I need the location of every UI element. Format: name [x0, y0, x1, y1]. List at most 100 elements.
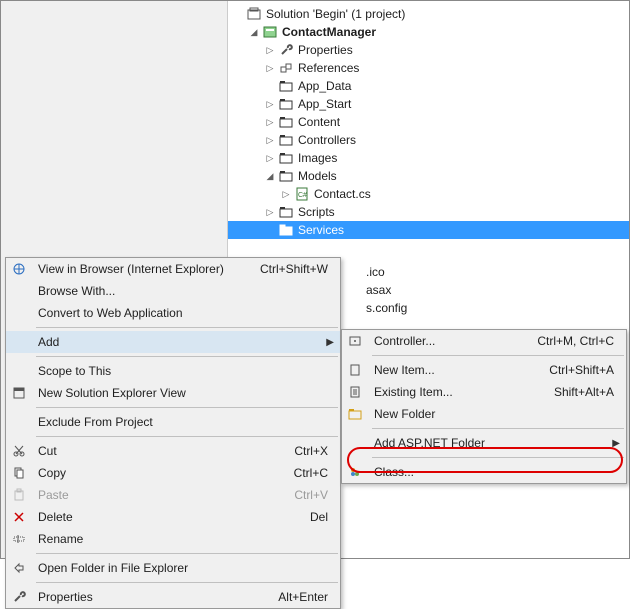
- rename-icon: [6, 532, 32, 546]
- menu-shortcut: Ctrl+Shift+W: [260, 262, 340, 276]
- menu-browse-with[interactable]: Browse With...: [6, 280, 340, 302]
- menu-new-folder[interactable]: New Folder: [342, 403, 626, 425]
- new-folder-icon: [342, 407, 368, 421]
- folder-icon: [278, 222, 294, 238]
- menu-delete[interactable]: Delete Del: [6, 506, 340, 528]
- tree-folder[interactable]: ▷ Controllers: [228, 131, 629, 149]
- cut-icon: [6, 444, 32, 458]
- tree-label: Controllers: [298, 133, 356, 147]
- menu-shortcut: Alt+Enter: [278, 590, 340, 604]
- tree-folder[interactable]: ▷ App_Start: [228, 95, 629, 113]
- expander-icon[interactable]: ▷: [264, 62, 276, 74]
- tree-project[interactable]: ◢ ContactManager: [228, 23, 629, 41]
- menu-label: New Folder: [368, 407, 626, 421]
- wrench-icon: [6, 590, 32, 604]
- menu-separator: [36, 553, 338, 554]
- folder-icon: [278, 150, 294, 166]
- submenu-arrow-icon: ▶: [612, 438, 620, 449]
- menu-label: Add: [32, 335, 340, 349]
- expander-icon[interactable]: ◢: [264, 170, 276, 182]
- menu-label: View in Browser (Internet Explorer): [32, 262, 260, 276]
- expander-icon[interactable]: ◢: [248, 26, 260, 38]
- menu-cut[interactable]: Cut Ctrl+X: [6, 440, 340, 462]
- tree-references[interactable]: ▷ References: [228, 59, 629, 77]
- explorer-icon: [6, 386, 32, 400]
- menu-existing-item[interactable]: Existing Item... Shift+Alt+A: [342, 381, 626, 403]
- menu-rename[interactable]: Rename: [6, 528, 340, 550]
- tree-label: Models: [298, 169, 337, 183]
- tree-label: Images: [298, 151, 337, 165]
- browser-icon: [6, 262, 32, 276]
- menu-label: Convert to Web Application: [32, 306, 340, 320]
- tree-label: App_Start: [298, 97, 351, 111]
- menu-shortcut: Ctrl+V: [294, 488, 340, 502]
- expander-icon[interactable]: ▷: [264, 116, 276, 128]
- menu-label: Scope to This: [32, 364, 340, 378]
- expander-icon[interactable]: ▷: [264, 152, 276, 164]
- folder-icon: [278, 132, 294, 148]
- context-menu-main: View in Browser (Internet Explorer) Ctrl…: [5, 257, 341, 609]
- menu-new-view[interactable]: New Solution Explorer View: [6, 382, 340, 404]
- menu-view-in-browser[interactable]: View in Browser (Internet Explorer) Ctrl…: [6, 258, 340, 280]
- menu-shortcut: Shift+Alt+A: [554, 385, 626, 399]
- menu-exclude[interactable]: Exclude From Project: [6, 411, 340, 433]
- tree-label: Solution 'Begin' (1 project): [266, 7, 405, 21]
- menu-controller[interactable]: Controller... Ctrl+M, Ctrl+C: [342, 330, 626, 352]
- menu-shortcut: Ctrl+Shift+A: [549, 363, 626, 377]
- expander-icon[interactable]: ▷: [264, 44, 276, 56]
- project-icon: [262, 24, 278, 40]
- menu-open-folder[interactable]: Open Folder in File Explorer: [6, 557, 340, 579]
- tree-folder[interactable]: App_Data: [228, 77, 629, 95]
- folder-icon: [278, 78, 294, 94]
- menu-separator: [372, 457, 624, 458]
- tree-folder[interactable]: ▷ Scripts: [228, 203, 629, 221]
- menu-add[interactable]: Add ▶: [6, 331, 340, 353]
- tree-label: .ico: [366, 265, 385, 279]
- existing-item-icon: [342, 385, 368, 399]
- menu-shortcut: Ctrl+C: [294, 466, 340, 480]
- menu-scope[interactable]: Scope to This: [6, 360, 340, 382]
- menu-copy[interactable]: Copy Ctrl+C: [6, 462, 340, 484]
- menu-separator: [372, 355, 624, 356]
- tree-solution[interactable]: Solution 'Begin' (1 project): [228, 5, 629, 23]
- tree-models[interactable]: ◢ Models: [228, 167, 629, 185]
- tree-folder[interactable]: ▷ Content: [228, 113, 629, 131]
- expander-icon[interactable]: ▷: [264, 206, 276, 218]
- menu-new-item[interactable]: New Item... Ctrl+Shift+A: [342, 359, 626, 381]
- menu-label: Copy: [32, 466, 294, 480]
- tree-properties[interactable]: ▷ Properties: [228, 41, 629, 59]
- menu-separator: [36, 436, 338, 437]
- menu-label: Paste: [32, 488, 294, 502]
- menu-class[interactable]: Class...: [342, 461, 626, 483]
- folder-icon: [278, 96, 294, 112]
- tree-folder[interactable]: ▷ Images: [228, 149, 629, 167]
- copy-icon: [6, 466, 32, 480]
- menu-aspnet-folder[interactable]: Add ASP.NET Folder ▶: [342, 432, 626, 454]
- tree-label: Services: [298, 223, 344, 237]
- menu-label: Exclude From Project: [32, 415, 340, 429]
- context-menu-add-submenu: Controller... Ctrl+M, Ctrl+C New Item...…: [341, 329, 627, 484]
- menu-label: Class...: [368, 465, 626, 479]
- expander-icon[interactable]: ▷: [280, 188, 292, 200]
- menu-label: Existing Item...: [368, 385, 554, 399]
- tree-label: App_Data: [298, 79, 351, 93]
- tree-services-selected[interactable]: Services: [228, 221, 629, 239]
- menu-label: Browse With...: [32, 284, 340, 298]
- controller-icon: [342, 334, 368, 348]
- csharp-file-icon: C#: [294, 186, 310, 202]
- menu-label: Controller...: [368, 334, 537, 348]
- tree-file[interactable]: ▷ C# Contact.cs: [228, 185, 629, 203]
- menu-convert-web[interactable]: Convert to Web Application: [6, 302, 340, 324]
- menu-label: New Item...: [368, 363, 549, 377]
- menu-shortcut: Ctrl+X: [294, 444, 340, 458]
- menu-properties[interactable]: Properties Alt+Enter: [6, 586, 340, 608]
- expander-icon[interactable]: ▷: [264, 98, 276, 110]
- expander-icon[interactable]: ▷: [264, 134, 276, 146]
- paste-icon: [6, 488, 32, 502]
- menu-shortcut: Ctrl+M, Ctrl+C: [537, 334, 626, 348]
- folder-icon: [278, 114, 294, 130]
- menu-paste: Paste Ctrl+V: [6, 484, 340, 506]
- tree-label: s.config: [366, 301, 407, 315]
- folder-icon: [278, 168, 294, 184]
- tree-label: ContactManager: [282, 25, 376, 39]
